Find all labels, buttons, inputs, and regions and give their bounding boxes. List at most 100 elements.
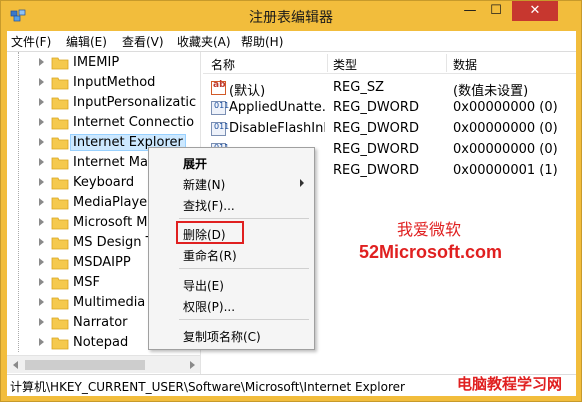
- expand-arrow-icon[interactable]: [39, 278, 44, 286]
- folder-icon: [51, 157, 69, 170]
- value-type: REG_DWORD: [333, 163, 419, 178]
- scroll-right-icon[interactable]: [190, 361, 195, 369]
- tree-item-label: InputPersonalizatic: [73, 95, 197, 110]
- expand-arrow-icon[interactable]: [39, 78, 44, 86]
- folder-icon: [51, 217, 69, 230]
- menu-file[interactable]: 文件(F): [11, 33, 51, 50]
- watermark-cn-text: 我爱微软: [397, 220, 462, 239]
- folder-icon: [51, 177, 69, 190]
- tree-item[interactable]: InputPersonalizatic: [7, 93, 196, 113]
- folder-icon: [51, 237, 69, 250]
- close-button[interactable]: ✕: [512, 1, 558, 21]
- value-name: AppliedUnatte...: [229, 100, 325, 115]
- folder-icon: [51, 297, 69, 310]
- folder-icon: [51, 197, 69, 210]
- tree-item-label: Keyboard: [73, 175, 135, 190]
- list-row[interactable]: 011 DisableFlashInIE REG_DWORD 0x0000000…: [203, 119, 576, 139]
- tree-item-label: MSF: [73, 275, 100, 290]
- tree-item-label: Notepad: [73, 335, 129, 350]
- menu-help[interactable]: 帮助(H): [241, 33, 283, 50]
- tree-item-label: Multimedia: [73, 295, 146, 310]
- menu-bar: 文件(F) 编辑(E) 查看(V) 收藏夹(A) 帮助(H): [7, 31, 576, 51]
- tree-item[interactable]: Internet Connectio: [7, 113, 194, 133]
- expand-arrow-icon[interactable]: [39, 258, 44, 266]
- expand-arrow-icon[interactable]: [39, 118, 44, 126]
- context-menu-copy-key-name[interactable]: 复制项名称(C): [149, 325, 314, 345]
- value-data: (数值未设置): [453, 84, 529, 99]
- expand-arrow-icon[interactable]: [39, 198, 44, 206]
- list-row[interactable]: 011 AppliedUnatte... REG_DWORD 0x0000000…: [203, 98, 576, 118]
- column-divider[interactable]: [446, 54, 447, 72]
- context-menu: 展开 新建(N) 查找(F)... 删除(D) 重命名(R) 导出(E) 权限(…: [148, 147, 315, 350]
- maximize-button[interactable]: ☐: [483, 1, 509, 21]
- folder-icon: [51, 257, 69, 270]
- folder-icon: [51, 137, 69, 150]
- value-name: (默认): [229, 84, 266, 99]
- expand-arrow-icon[interactable]: [39, 58, 44, 66]
- dword-value-icon: 011: [211, 101, 229, 115]
- folder-icon: [51, 57, 69, 70]
- menu-separator: [179, 268, 309, 269]
- tree-item[interactable]: InputMethod: [7, 73, 187, 93]
- context-menu-expand[interactable]: 展开: [149, 152, 314, 172]
- minimize-button[interactable]: —: [457, 1, 483, 21]
- tree-item-label: MSDAIPP: [73, 255, 131, 270]
- expand-arrow-icon[interactable]: [39, 318, 44, 326]
- tree-item-label: Microsoft Ma: [73, 215, 156, 230]
- column-divider[interactable]: [327, 54, 328, 72]
- submenu-arrow-icon: [300, 179, 304, 187]
- column-header-data[interactable]: 数据: [453, 56, 477, 73]
- value-type: REG_DWORD: [333, 100, 419, 115]
- value-name: DisableFlashInIE: [229, 121, 325, 136]
- folder-icon: [51, 97, 69, 110]
- context-menu-export[interactable]: 导出(E): [149, 274, 314, 294]
- tree-horizontal-scrollbar[interactable]: [7, 355, 200, 373]
- tree-item[interactable]: IMEMIP: [7, 53, 187, 73]
- expand-arrow-icon[interactable]: [39, 178, 44, 186]
- context-menu-rename[interactable]: 重命名(R): [149, 244, 314, 264]
- expand-arrow-icon[interactable]: [39, 298, 44, 306]
- folder-icon: [51, 77, 69, 90]
- value-type: REG_DWORD: [333, 121, 419, 136]
- delete-highlight-box: [176, 221, 244, 244]
- string-value-icon: ab: [211, 80, 226, 95]
- menu-separator: [179, 319, 309, 320]
- column-header-type[interactable]: 类型: [333, 56, 357, 73]
- expand-arrow-icon[interactable]: [39, 98, 44, 106]
- tree-item-label: Internet Connectio: [73, 115, 195, 130]
- expand-arrow-icon[interactable]: [39, 138, 44, 146]
- dword-value-icon: 011: [211, 122, 229, 136]
- menu-favorites[interactable]: 收藏夹(A): [177, 33, 231, 50]
- watermark-site-text: 52Microsoft.com: [359, 242, 503, 262]
- tree-item-label: IMEMIP: [73, 55, 120, 70]
- menu-edit[interactable]: 编辑(E): [66, 33, 107, 50]
- title-bar[interactable]: 注册表编辑器 — ☐ ✕: [1, 1, 581, 31]
- scroll-left-icon[interactable]: [13, 361, 18, 369]
- list-row[interactable]: ab (默认) REG_SZ (数值未设置): [203, 78, 576, 99]
- context-menu-permissions[interactable]: 权限(P)...: [149, 295, 314, 315]
- value-data: 0x00000000 (0): [453, 100, 558, 115]
- expand-arrow-icon[interactable]: [39, 218, 44, 226]
- list-header: 名称 类型 数据: [203, 52, 576, 74]
- menu-view[interactable]: 查看(V): [122, 33, 164, 50]
- value-data: 0x00000000 (0): [453, 121, 558, 136]
- folder-icon: [51, 337, 69, 350]
- status-path: 计算机\HKEY_CURRENT_USER\Software\Microsoft…: [10, 380, 405, 394]
- value-type: REG_DWORD: [333, 142, 419, 157]
- watermark-bottom-text: 电脑教程学习网: [457, 375, 563, 393]
- expand-arrow-icon[interactable]: [39, 238, 44, 246]
- folder-icon: [51, 277, 69, 290]
- menu-separator: [179, 218, 309, 219]
- value-data: 0x00000001 (1): [453, 163, 558, 178]
- scrollbar-thumb[interactable]: [25, 360, 145, 370]
- tree-item-label: Internet Mail: [73, 155, 156, 170]
- context-menu-find[interactable]: 查找(F)...: [149, 194, 314, 214]
- tree-item-label: MediaPlayer: [73, 195, 153, 210]
- value-type: REG_SZ: [333, 80, 384, 95]
- expand-arrow-icon[interactable]: [39, 158, 44, 166]
- context-menu-new[interactable]: 新建(N): [149, 173, 314, 193]
- folder-icon: [51, 117, 69, 130]
- column-header-name[interactable]: 名称: [211, 56, 235, 73]
- regedit-window: 注册表编辑器 — ☐ ✕ 文件(F) 编辑(E) 查看(V) 收藏夹(A) 帮助…: [0, 0, 582, 402]
- expand-arrow-icon[interactable]: [39, 338, 44, 346]
